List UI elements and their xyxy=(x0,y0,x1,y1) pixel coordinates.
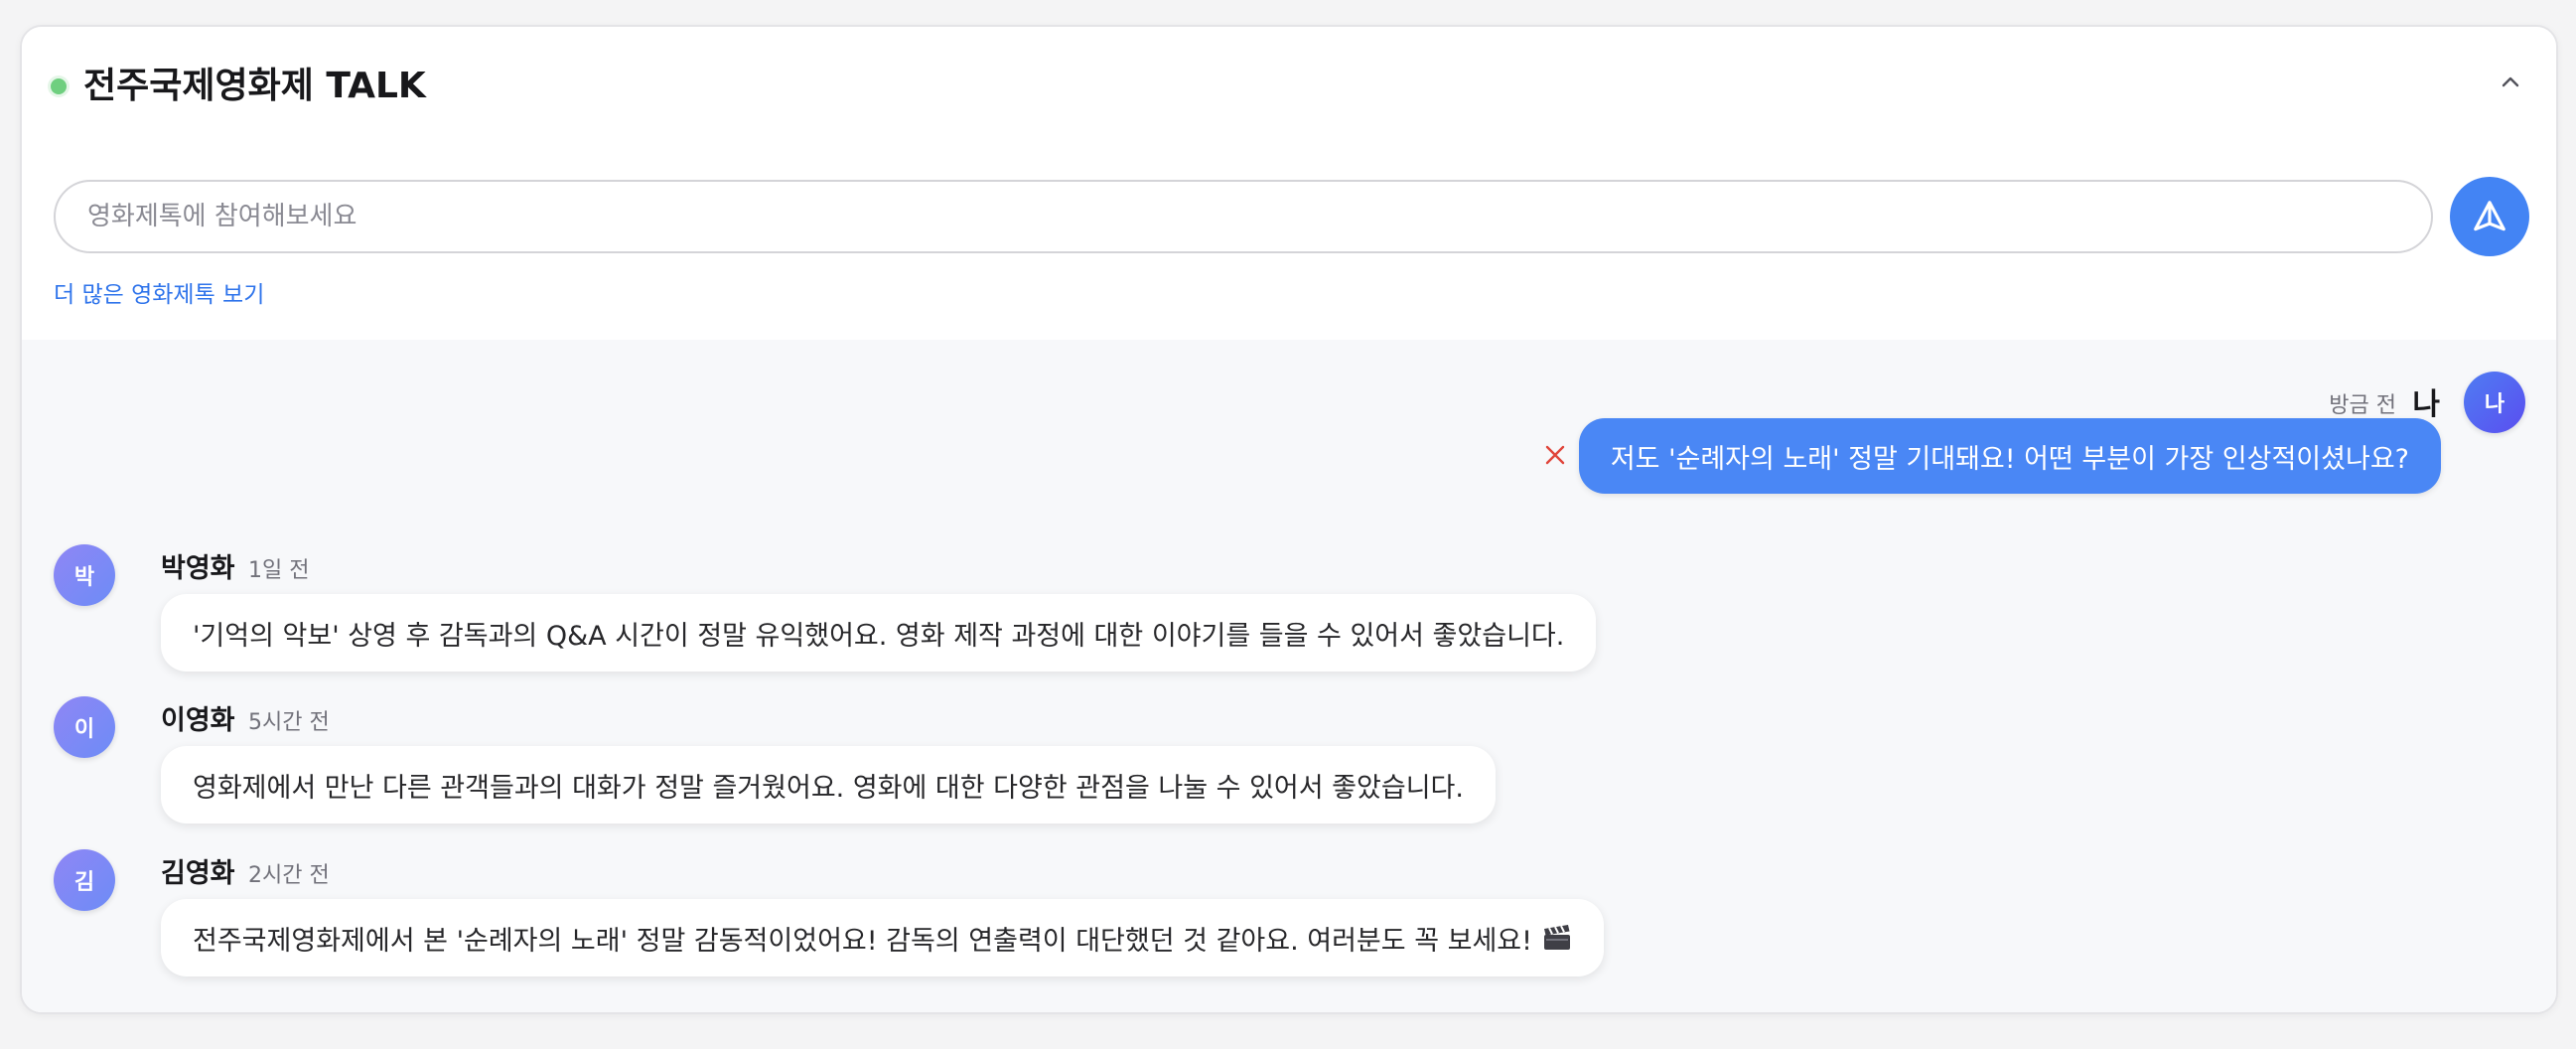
send-icon xyxy=(2474,201,2505,231)
collapse-button[interactable] xyxy=(2491,63,2530,102)
my-message-bubble: 저도 '순례자의 노래' 정말 기대돼요! 어떤 부분이 가장 인상적이셨나요? xyxy=(1578,418,2441,494)
message-bubble: 전주국제영화제에서 본 '순례자의 노래' 정말 감동적이었어요! 감독의 연출… xyxy=(161,899,1604,976)
message-time: 1일 전 xyxy=(248,558,310,583)
close-icon xyxy=(1545,445,1565,465)
my-message-name: 나 xyxy=(2412,387,2440,422)
message-text: 전주국제영화제에서 본 '순례자의 노래' 정말 감동적이었어요! 감독의 연출… xyxy=(193,925,1532,957)
my-avatar: 나 xyxy=(2464,372,2525,433)
more-talks-link[interactable]: 더 많은 영화제톡 보기 xyxy=(54,275,264,309)
my-avatar-label: 나 xyxy=(2484,392,2505,417)
clapperboard-icon xyxy=(1543,925,1570,950)
message-bubble: '기억의 악보' 상영 후 감독과의 Q&A 시간이 정말 유익했어요. 영화 … xyxy=(161,594,1597,672)
message-author: 김영화 xyxy=(161,858,235,889)
message-author: 이영화 xyxy=(161,705,235,736)
user-avatar-label: 박 xyxy=(73,565,95,590)
my-message-text: 저도 '순례자의 노래' 정말 기대돼요! 어떤 부분이 가장 인상적이셨나요? xyxy=(1610,443,2409,475)
user-avatar-label: 김 xyxy=(73,870,95,895)
talk-input-wrapper xyxy=(54,180,2433,253)
talk-title: 전주국제영화제 TALK xyxy=(83,66,426,106)
message-time: 2시간 전 xyxy=(248,863,330,888)
talk-header: 전주국제영화제 TALK 더 많은 영화제톡 보기 xyxy=(22,27,2556,342)
delete-message-button[interactable] xyxy=(1539,439,1571,471)
user-avatar: 김 xyxy=(54,849,115,911)
message-time: 5시간 전 xyxy=(248,710,330,735)
user-avatar-label: 이 xyxy=(73,717,95,742)
chevron-up-icon xyxy=(2502,76,2519,87)
chat-area: 방금 전 나 나 저도 '순례자의 노래' 정말 기대돼요! 어떤 부분이 가장… xyxy=(22,340,2556,1012)
live-status-dot xyxy=(51,78,67,94)
user-avatar: 이 xyxy=(54,696,115,758)
message-bubble: 영화제에서 만난 다른 관객들과의 대화가 정말 즐거웠어요. 영화에 대한 다… xyxy=(161,746,1496,824)
my-message-time: 방금 전 xyxy=(2329,393,2396,418)
message-text: 영화제에서 만난 다른 관객들과의 대화가 정말 즐거웠어요. 영화에 대한 다… xyxy=(193,772,1464,804)
user-avatar: 박 xyxy=(54,544,115,606)
talk-input[interactable] xyxy=(56,182,2431,251)
send-button[interactable] xyxy=(2450,177,2529,256)
message-text: '기억의 악보' 상영 후 감독과의 Q&A 시간이 정말 유익했어요. 영화 … xyxy=(193,620,1565,652)
message-author: 박영화 xyxy=(161,553,235,584)
talk-card: 전주국제영화제 TALK 더 많은 영화제톡 보기 방금 전 나 나 xyxy=(20,25,2558,1014)
